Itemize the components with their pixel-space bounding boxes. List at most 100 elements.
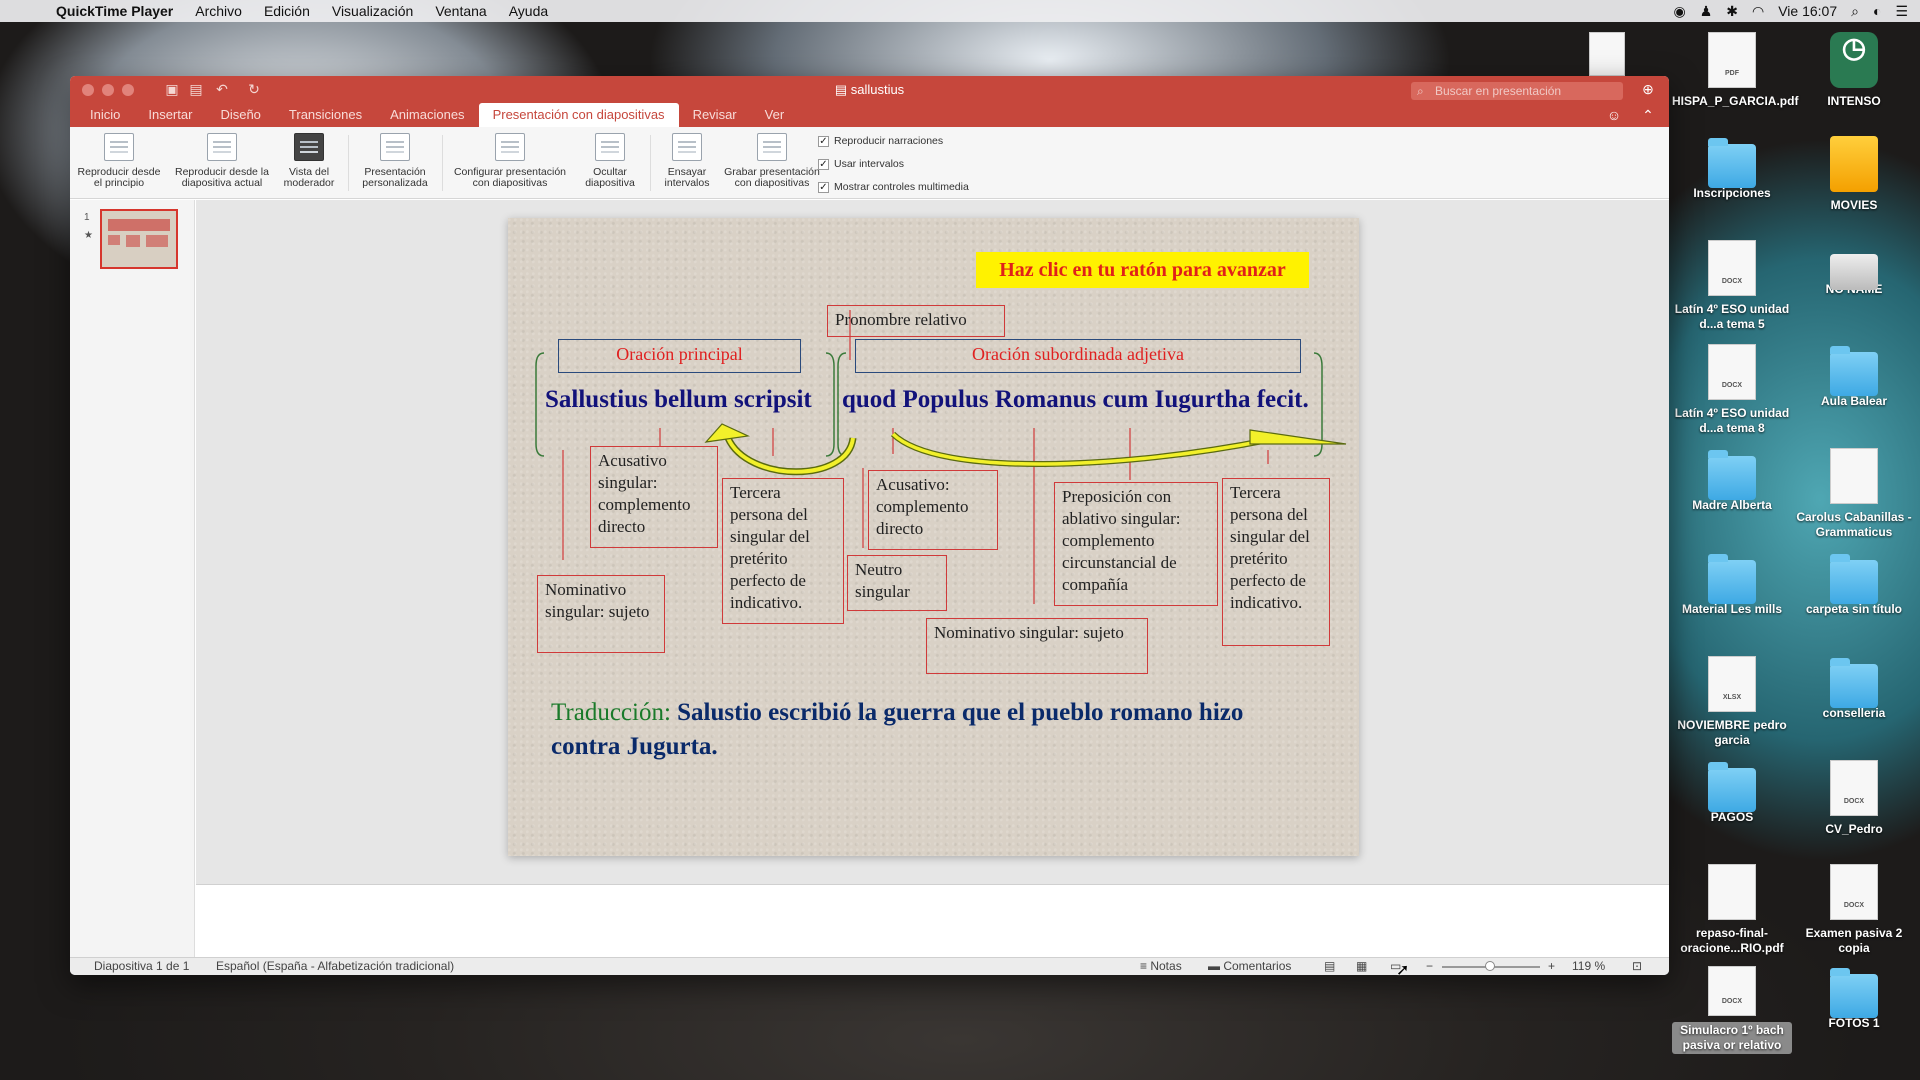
smiley-icon[interactable]: ☺ (1606, 107, 1622, 123)
menu-archivo[interactable]: Archivo (195, 3, 242, 19)
share-icon[interactable]: ⊕ (1640, 81, 1656, 97)
custom-show-button[interactable]: Presentación personalizada (354, 133, 436, 189)
custom-show-label: Presentación personalizada (362, 166, 428, 189)
menu-edicion[interactable]: Edición (264, 3, 310, 19)
custom-show-icon (380, 133, 410, 161)
desktop-icon-repaso[interactable]: repaso-final-oracione...RIO.pdf (1672, 864, 1792, 956)
zoom-out-icon[interactable]: − (1426, 958, 1433, 975)
menu-visualizacion[interactable]: Visualización (332, 3, 413, 19)
tab-transiciones[interactable]: Transiciones (275, 103, 376, 127)
zoom-level[interactable]: 119 % (1572, 958, 1605, 975)
presenter-view-button[interactable]: Vista del moderador (276, 133, 342, 189)
fit-to-window-icon[interactable]: ⊡ (1632, 958, 1642, 975)
desktop-icon-cv-pedro[interactable]: DOCX CV_Pedro (1794, 760, 1914, 837)
play-from-start-label: Reproducir desde el principio (77, 166, 161, 189)
desktop-icon-noviembre[interactable]: XLSX NOVIEMBRE pedro garcia (1672, 656, 1792, 748)
comments-button[interactable]: ▬ Comentarios (1208, 958, 1291, 975)
tab-animaciones[interactable]: Animaciones (376, 103, 478, 127)
acusativo-cd-box: Acusativo: complemento directo (868, 470, 998, 550)
slide-thumbnail[interactable] (100, 209, 178, 269)
notification-center-icon[interactable]: ☰ (1895, 3, 1908, 20)
tab-diseno[interactable]: Diseño (206, 103, 274, 127)
setup-show-button[interactable]: Configurar presentación con diapositivas (446, 133, 574, 189)
checkbox-intervalos[interactable]: ✓ Usar intervalos (818, 158, 904, 170)
tab-presentacion[interactable]: Presentación con diapositivas (478, 103, 679, 127)
arrow-head-icon (704, 423, 751, 443)
desktop-icon-fotos[interactable]: FOTOS 1 (1794, 966, 1914, 1031)
search-icon: ⌕ (1417, 84, 1424, 98)
tab-ver[interactable]: Ver (751, 103, 799, 127)
desktop-icon-label: MOVIES (1830, 198, 1878, 212)
notes-pane[interactable] (196, 884, 1669, 957)
rehearse-timings-label: Ensayar intervalos (664, 166, 710, 189)
desktop-icon-movies[interactable]: MOVIES (1794, 136, 1914, 213)
desktop-icon-madre-alberta[interactable]: Madre Alberta (1672, 448, 1792, 513)
ribbon-separator (348, 135, 349, 191)
record-icon[interactable]: ◉ (1673, 3, 1685, 20)
desktop-icon-latin-8[interactable]: DOCX Latín 4º ESO unidad d...a tema 8 (1672, 344, 1792, 436)
menu-ayuda[interactable]: Ayuda (509, 3, 548, 19)
rehearse-timings-button[interactable]: Ensayar intervalos (654, 133, 720, 189)
desktop-file-icon[interactable] (1572, 32, 1642, 82)
desktop-icon-no-name[interactable]: NO NAME (1794, 240, 1914, 297)
desktop-icon-inscripciones[interactable]: Inscripciones (1672, 136, 1792, 201)
notes-button[interactable]: ≡ Notas (1140, 958, 1182, 975)
status-language[interactable]: Español (España - Alfabetización tradici… (216, 958, 454, 975)
checkbox-controles[interactable]: ✓ Mostrar controles multimedia (818, 181, 969, 193)
sorter-view-icon[interactable]: ▦ (1356, 958, 1367, 975)
normal-view-icon[interactable]: ▤ (1324, 958, 1335, 975)
menu-clock[interactable]: Vie 16:07 (1778, 3, 1837, 19)
setup-show-label: Configurar presentación con diapositivas (453, 166, 567, 189)
hide-slide-label: Ocultar diapositiva (585, 166, 635, 189)
document-file-icon (1830, 448, 1878, 504)
search-field[interactable]: ⌕ Buscar en presentación (1411, 82, 1623, 100)
user-icon[interactable]: ♟ (1700, 3, 1713, 20)
zoom-slider-handle[interactable] (1485, 961, 1495, 971)
thumbnail-shape (108, 235, 120, 245)
ribbon: Reproducir desde el principio Reproducir… (70, 127, 1669, 199)
thumbnail-number: 1 (84, 212, 90, 223)
desktop-icon-conselleria[interactable]: conselleria (1794, 656, 1914, 721)
desktop-icon-intenso[interactable]: INTENSO (1794, 32, 1914, 109)
docx-file-icon: DOCX (1708, 344, 1756, 400)
record-show-button[interactable]: Grabar presentación con diapositivas (720, 133, 824, 189)
desktop-icon-latin-5[interactable]: DOCX Latín 4º ESO unidad d...a tema 5 (1672, 240, 1792, 332)
tab-insertar[interactable]: Insertar (134, 103, 206, 127)
bluetooth-icon[interactable]: ✱ (1726, 3, 1738, 20)
notes-icon: ≡ (1140, 959, 1151, 973)
checkbox-narraciones-label: Reproducir narraciones (834, 135, 944, 147)
wifi-icon[interactable]: ◠ (1752, 3, 1764, 20)
menu-app-name[interactable]: QuickTime Player (56, 3, 173, 19)
siri-icon[interactable]: ◐ (1873, 3, 1881, 19)
tab-inicio[interactable]: Inicio (76, 103, 134, 127)
play-from-current-label: Reproducir desde la diapositiva actual (175, 166, 269, 189)
desktop-icon-pagos[interactable]: PAGOS (1672, 760, 1792, 825)
hide-slide-button[interactable]: Ocultar diapositiva (574, 133, 646, 189)
desktop-icon-simulacro[interactable]: DOCX Simulacro 1º bach pasiva or relativ… (1672, 966, 1792, 1054)
desktop-icon-les-mills[interactable]: Material Les mills (1672, 552, 1792, 617)
zoom-in-icon[interactable]: + (1548, 958, 1555, 975)
play-from-start-button[interactable]: Reproducir desde el principio (74, 133, 164, 189)
desktop-icon-carolus[interactable]: Carolus Cabanillas - Grammaticus (1794, 448, 1914, 540)
desktop-icon-aula-balear[interactable]: Aula Balear (1794, 344, 1914, 409)
collapse-ribbon-icon[interactable]: ⌃ (1640, 107, 1656, 123)
docx-file-icon: DOCX (1830, 864, 1878, 920)
desktop-icon-examen-pasiva[interactable]: DOCX Examen pasiva 2 copia (1794, 864, 1914, 956)
desktop-icon-hispa[interactable]: PDF HISPA_P_GARCIA.pdf (1672, 32, 1798, 109)
rehearse-timings-icon (672, 133, 702, 161)
play-from-current-icon (207, 133, 237, 161)
checkbox-narraciones[interactable]: ✓ Reproducir narraciones (818, 135, 943, 147)
desktop-icon-carpeta-sin-titulo[interactable]: carpeta sin título (1794, 552, 1914, 617)
play-from-current-button[interactable]: Reproducir desde la diapositiva actual (172, 133, 272, 189)
menu-ventana[interactable]: Ventana (435, 3, 486, 19)
slide[interactable]: Haz clic en tu ratón para avanzar Pronom… (508, 218, 1359, 856)
desktop-icon-label: PAGOS (1710, 810, 1754, 824)
desktop-icon-label: Examen pasiva 2 copia (1805, 926, 1903, 955)
menu-bar: QuickTime Player Archivo Edición Visuali… (0, 0, 1920, 22)
oracion-subordinada-box: Oración subordinada adjetiva (855, 339, 1301, 373)
tab-revisar[interactable]: Revisar (679, 103, 751, 127)
spotlight-icon[interactable]: ⌕ (1851, 3, 1859, 20)
preposicion-box: Preposición con ablativo singular: compl… (1054, 482, 1218, 606)
docx-file-icon: DOCX (1708, 240, 1756, 296)
neutro-singular-box: Neutro singular (847, 555, 947, 611)
